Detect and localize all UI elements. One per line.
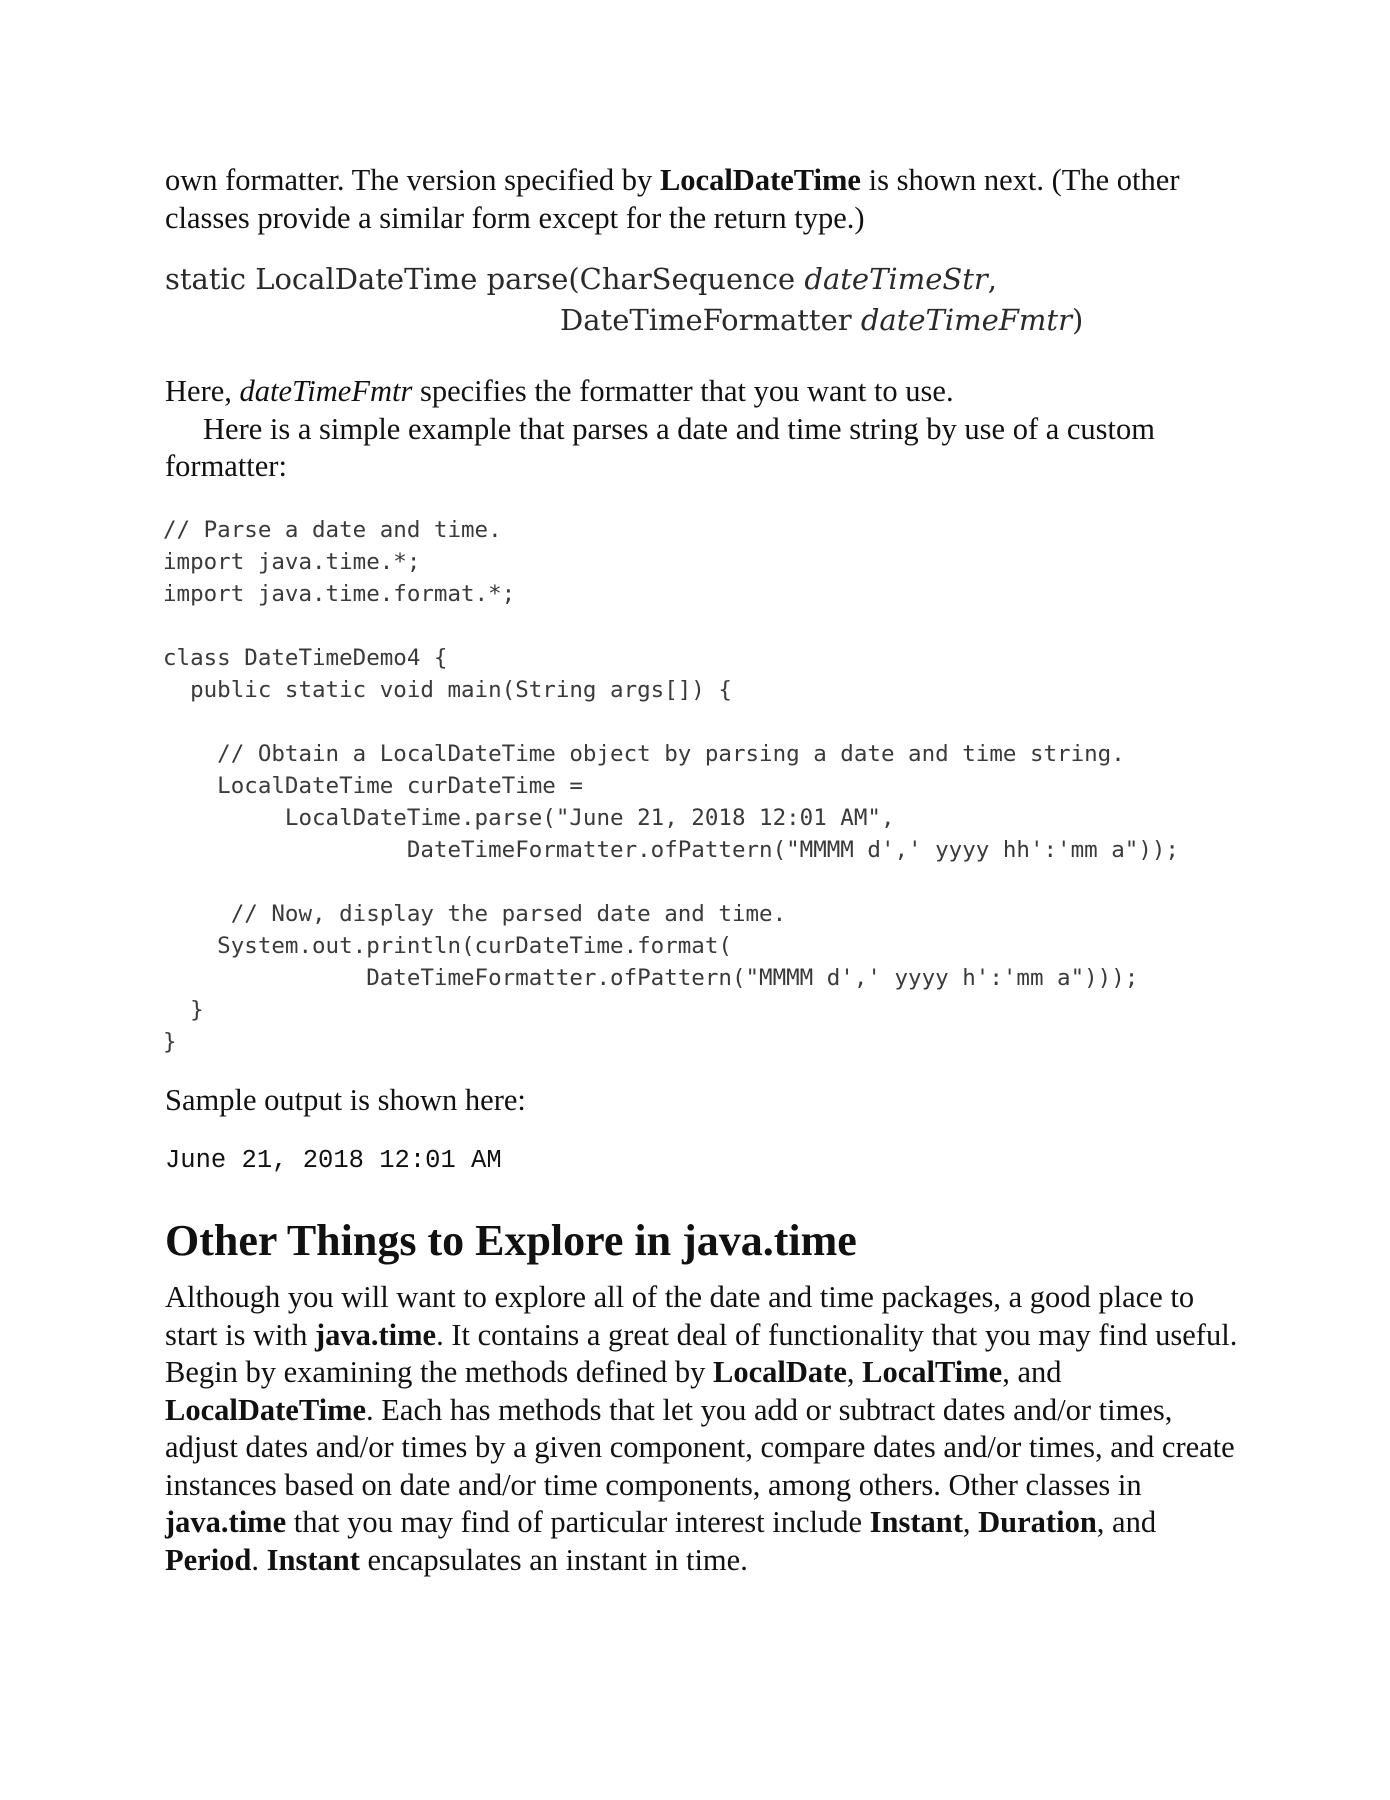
method-signature: static LocalDateTime parse(CharSequence … bbox=[165, 259, 1245, 341]
here-paragraph: Here, dateTimeFmtr specifies the formatt… bbox=[165, 373, 1245, 411]
code-line: // Parse a date and time. bbox=[163, 516, 502, 543]
term-period: Period bbox=[165, 1542, 252, 1577]
param-datetimefmtr: dateTimeFmtr bbox=[860, 303, 1072, 337]
signature-text-2: DateTimeFormatter bbox=[560, 303, 861, 337]
code-line: import java.time.*; bbox=[163, 548, 421, 575]
body-text: encapsulates an instant in time. bbox=[359, 1542, 748, 1577]
term-localdate: LocalDate bbox=[713, 1355, 847, 1389]
section-heading: Other Things to Explore in java.time bbox=[165, 1216, 857, 1265]
body-text: , and bbox=[1096, 1505, 1157, 1539]
term-java-time: java.time bbox=[314, 1317, 437, 1352]
code-line: LocalDateTime curDateTime = bbox=[163, 772, 583, 799]
signature-text: static LocalDateTime parse(CharSequence bbox=[165, 262, 805, 296]
example-intro-paragraph: Here is a simple example that parses a d… bbox=[165, 411, 1155, 484]
sample-output: June 21, 2018 12:01 AM bbox=[165, 1146, 502, 1175]
code-line: DateTimeFormatter.ofPattern("MMMM d',' y… bbox=[163, 836, 1179, 863]
body-text: , bbox=[962, 1505, 979, 1539]
body-text: . bbox=[251, 1542, 267, 1577]
term-instant: Instant bbox=[869, 1505, 963, 1539]
code-line: class DateTimeDemo4 { bbox=[163, 644, 448, 671]
code-listing: // Parse a date and time. import java.tim… bbox=[163, 514, 1245, 1058]
signature-paren: ) bbox=[1071, 303, 1084, 337]
term-localdatetime: LocalDateTime bbox=[165, 1392, 367, 1427]
body-text: , and bbox=[1002, 1355, 1062, 1389]
intro-text: own formatter. The version specified by bbox=[165, 163, 660, 197]
signature-comma: , bbox=[987, 262, 997, 296]
code-line: } bbox=[163, 996, 204, 1023]
signature-line-2: DateTimeFormatter dateTimeFmtr) bbox=[165, 300, 1245, 341]
here-text-end: specifies the formatter that you want to… bbox=[412, 374, 954, 408]
code-line: // Obtain a LocalDateTime object by pars… bbox=[163, 740, 1125, 767]
intro-paragraph: own formatter. The version specified by … bbox=[165, 162, 1245, 237]
body-text: , bbox=[846, 1355, 863, 1389]
body-text: that you may find of particular interest… bbox=[286, 1505, 870, 1539]
class-name-localdatetime: LocalDateTime bbox=[659, 163, 861, 197]
term-localtime: LocalTime bbox=[862, 1355, 1003, 1389]
param-datetimefmtr-ref: dateTimeFmtr bbox=[239, 374, 413, 408]
here-text: Here, bbox=[165, 374, 240, 408]
document-page: own formatter. The version specified by … bbox=[163, 162, 1245, 1579]
term-java-time: java.time bbox=[165, 1505, 287, 1539]
param-datetimestr: dateTimeStr bbox=[804, 262, 988, 296]
code-line: } bbox=[163, 1028, 177, 1055]
term-duration: Duration bbox=[978, 1505, 1097, 1539]
code-line: LocalDateTime.parse("June 21, 2018 12:01… bbox=[163, 804, 895, 831]
sample-output-label: Sample output is shown here: bbox=[165, 1082, 526, 1117]
code-line: // Now, display the parsed date and time… bbox=[163, 900, 787, 927]
code-line: System.out.println(curDateTime.format( bbox=[163, 932, 732, 959]
code-line: public static void main(String args[]) { bbox=[163, 676, 732, 703]
code-line: DateTimeFormatter.ofPattern("MMMM d',' y… bbox=[163, 964, 1139, 991]
body-paragraph: Although you will want to explore all of… bbox=[165, 1279, 1245, 1579]
signature-line-1: static LocalDateTime parse(CharSequence … bbox=[165, 259, 1245, 300]
term-instant: Instant bbox=[266, 1542, 360, 1577]
code-line: import java.time.format.*; bbox=[163, 580, 516, 607]
